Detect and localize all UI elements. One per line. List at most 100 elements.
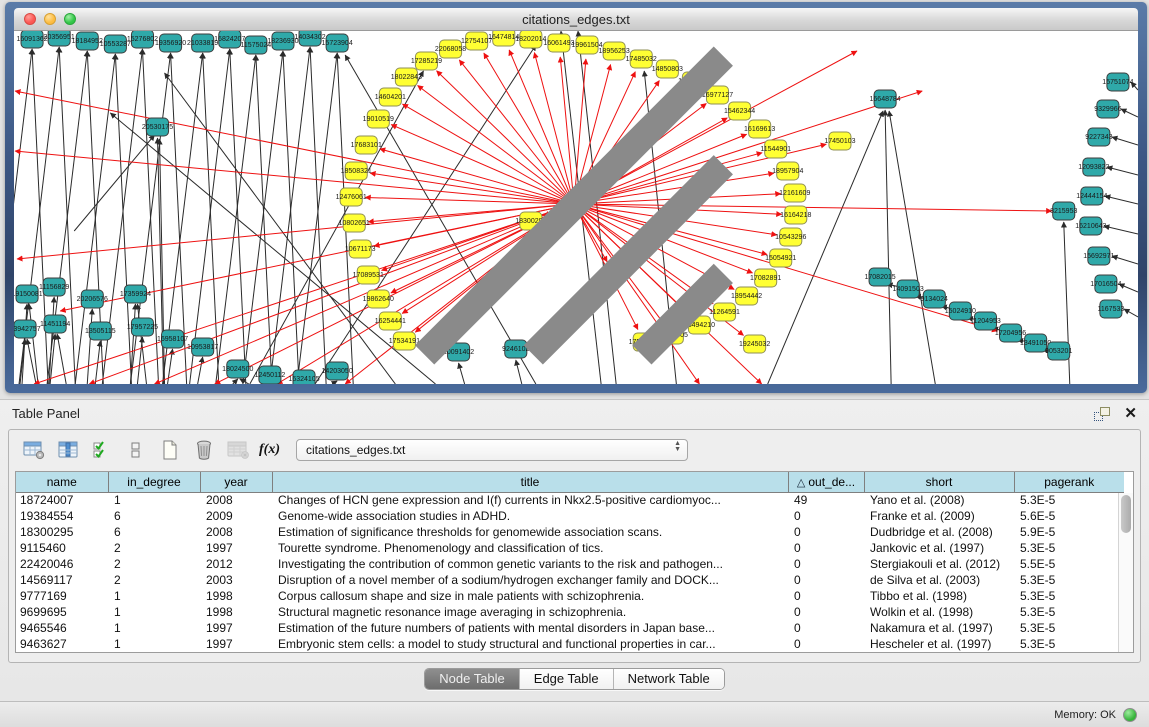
column-visibility-icon[interactable] bbox=[55, 438, 81, 462]
table-cell[interactable]: Estimation of significance thresholds fo… bbox=[272, 524, 788, 540]
table-cell[interactable]: 0 bbox=[788, 540, 864, 556]
table-cell[interactable]: 0 bbox=[788, 556, 864, 572]
table-cell[interactable]: 1 bbox=[108, 492, 200, 508]
table-cell[interactable]: 1997 bbox=[200, 620, 272, 636]
table-row[interactable]: 1456911722003Disruption of a novel membe… bbox=[16, 572, 1124, 588]
table-cell[interactable]: 9777169 bbox=[16, 588, 108, 604]
table-cell[interactable]: 5.3E-5 bbox=[1014, 572, 1124, 588]
tab-network-table[interactable]: Network Table bbox=[614, 669, 724, 689]
table-cell[interactable]: 5.9E-5 bbox=[1014, 524, 1124, 540]
table-vertical-scrollbar[interactable] bbox=[1118, 493, 1133, 652]
table-cell[interactable]: Embryonic stem cells: a model to study s… bbox=[272, 636, 788, 652]
table-cell[interactable]: 9699695 bbox=[16, 604, 108, 620]
table-cell[interactable]: Investigating the contribution of common… bbox=[272, 556, 788, 572]
table-cell[interactable]: 22420046 bbox=[16, 556, 108, 572]
window-resize-grip[interactable] bbox=[14, 31, 1136, 382]
table-row[interactable]: 946554611997Estimation of the future num… bbox=[16, 620, 1124, 636]
table-cell[interactable]: Disruption of a novel member of a sodium… bbox=[272, 572, 788, 588]
column-header-title[interactable]: title bbox=[272, 472, 788, 492]
column-header-short[interactable]: short bbox=[864, 472, 1014, 492]
table-cell[interactable]: 6 bbox=[108, 524, 200, 540]
table-cell[interactable]: 2008 bbox=[200, 524, 272, 540]
table-row[interactable]: 2242004622012Investigating the contribut… bbox=[16, 556, 1124, 572]
table-cell[interactable]: 14569117 bbox=[16, 572, 108, 588]
table-cell[interactable]: Tourette syndrome. Phenomenology and cla… bbox=[272, 540, 788, 556]
table-cell[interactable]: 18724007 bbox=[16, 492, 108, 508]
column-header-year[interactable]: year bbox=[200, 472, 272, 492]
table-cell[interactable]: 2003 bbox=[200, 572, 272, 588]
table-row[interactable]: 946362711997Embryonic stem cells: a mode… bbox=[16, 636, 1124, 652]
table-row[interactable]: 1872400712008Changes of HCN gene express… bbox=[16, 492, 1124, 508]
table-cell[interactable]: 19384554 bbox=[16, 508, 108, 524]
table-cell[interactable]: Changes of HCN gene expression and I(f) … bbox=[272, 492, 788, 508]
table-row[interactable]: 1938455462009Genome-wide association stu… bbox=[16, 508, 1124, 524]
table-cell[interactable]: Yano et al. (2008) bbox=[864, 492, 1014, 508]
close-panel-icon[interactable]: ✕ bbox=[1124, 406, 1137, 421]
table-cell[interactable]: 5.3E-5 bbox=[1014, 492, 1124, 508]
table-cell[interactable]: 18300295 bbox=[16, 524, 108, 540]
table-cell[interactable]: Jankovic et al. (1997) bbox=[864, 540, 1014, 556]
table-cell[interactable]: 2012 bbox=[200, 556, 272, 572]
new-column-icon[interactable] bbox=[157, 438, 183, 462]
table-cell[interactable]: 6 bbox=[108, 508, 200, 524]
table-cell[interactable]: 0 bbox=[788, 524, 864, 540]
table-cell[interactable]: 2 bbox=[108, 540, 200, 556]
float-panel-icon[interactable] bbox=[1094, 407, 1110, 421]
table-row[interactable]: 969969511998Structural magnetic resonanc… bbox=[16, 604, 1124, 620]
table-cell[interactable]: de Silva et al. (2003) bbox=[864, 572, 1014, 588]
column-header-pagerank[interactable]: pagerank bbox=[1014, 472, 1124, 492]
table-cell[interactable]: 0 bbox=[788, 636, 864, 652]
table-cell[interactable]: 9115460 bbox=[16, 540, 108, 556]
table-cell[interactable]: 5.3E-5 bbox=[1014, 540, 1124, 556]
tab-node-table[interactable]: Node Table bbox=[425, 669, 520, 689]
table-cell[interactable]: 2008 bbox=[200, 492, 272, 508]
table-cell[interactable]: 5.3E-5 bbox=[1014, 588, 1124, 604]
table-cell[interactable]: 1 bbox=[108, 604, 200, 620]
table-cell[interactable]: Genome-wide association studies in ADHD. bbox=[272, 508, 788, 524]
table-cell[interactable]: Nakamura et al. (1997) bbox=[864, 620, 1014, 636]
row-height-icon[interactable] bbox=[123, 438, 149, 462]
table-cell[interactable]: 0 bbox=[788, 572, 864, 588]
column-header-out_de[interactable]: △out_de... bbox=[788, 472, 864, 492]
network-canvas[interactable]: 1609136220356951181849521055328715276802… bbox=[14, 31, 1138, 384]
table-cell[interactable]: 1 bbox=[108, 588, 200, 604]
table-cell[interactable]: Corpus callosum shape and size in male p… bbox=[272, 588, 788, 604]
table-cell[interactable]: 0 bbox=[788, 588, 864, 604]
scrollbar-thumb[interactable] bbox=[1121, 495, 1131, 533]
column-header-in_degree[interactable]: in_degree bbox=[108, 472, 200, 492]
table-cell[interactable]: Dudbridge et al. (2008) bbox=[864, 524, 1014, 540]
table-cell[interactable]: 5.6E-5 bbox=[1014, 508, 1124, 524]
table-row[interactable]: 1830029562008Estimation of significance … bbox=[16, 524, 1124, 540]
table-cell[interactable]: 5.5E-5 bbox=[1014, 556, 1124, 572]
table-settings-icon[interactable] bbox=[21, 438, 47, 462]
table-cell[interactable]: Stergiakouli et al. (2012) bbox=[864, 556, 1014, 572]
tab-edge-table[interactable]: Edge Table bbox=[520, 669, 614, 689]
table-cell[interactable]: 1 bbox=[108, 636, 200, 652]
table-cell[interactable]: Franke et al. (2009) bbox=[864, 508, 1014, 524]
table-cell[interactable]: 1997 bbox=[200, 540, 272, 556]
table-cell[interactable]: 49 bbox=[788, 492, 864, 508]
table-cell[interactable]: 5.3E-5 bbox=[1014, 636, 1124, 652]
table-cell[interactable]: 2 bbox=[108, 572, 200, 588]
table-cell[interactable]: Hescheler et al. (1997) bbox=[864, 636, 1014, 652]
table-cell[interactable]: 0 bbox=[788, 508, 864, 524]
table-cell[interactable]: 0 bbox=[788, 604, 864, 620]
network-window-titlebar[interactable]: citations_edges.txt bbox=[14, 8, 1138, 31]
table-cell[interactable]: 1998 bbox=[200, 588, 272, 604]
table-row[interactable]: 911546021997Tourette syndrome. Phenomeno… bbox=[16, 540, 1124, 556]
table-selector-dropdown[interactable]: citations_edges.txt ▲▼ bbox=[296, 439, 688, 461]
table-cell[interactable]: 2 bbox=[108, 556, 200, 572]
table-cell[interactable]: 5.3E-5 bbox=[1014, 604, 1124, 620]
table-cell[interactable]: 2009 bbox=[200, 508, 272, 524]
function-builder-icon[interactable]: f(x) bbox=[259, 442, 280, 458]
table-row[interactable]: 977716911998Corpus callosum shape and si… bbox=[16, 588, 1124, 604]
delete-column-icon[interactable] bbox=[191, 438, 217, 462]
table-cell[interactable]: Estimation of the future numbers of pati… bbox=[272, 620, 788, 636]
table-cell[interactable]: Structural magnetic resonance image aver… bbox=[272, 604, 788, 620]
table-cell[interactable]: Tibbo et al. (1998) bbox=[864, 588, 1014, 604]
table-cell[interactable]: 1 bbox=[108, 620, 200, 636]
table-cell[interactable]: 9463627 bbox=[16, 636, 108, 652]
table-cell[interactable]: 0 bbox=[788, 620, 864, 636]
column-header-name[interactable]: name bbox=[16, 472, 108, 492]
select-rows-icon[interactable] bbox=[89, 438, 115, 462]
